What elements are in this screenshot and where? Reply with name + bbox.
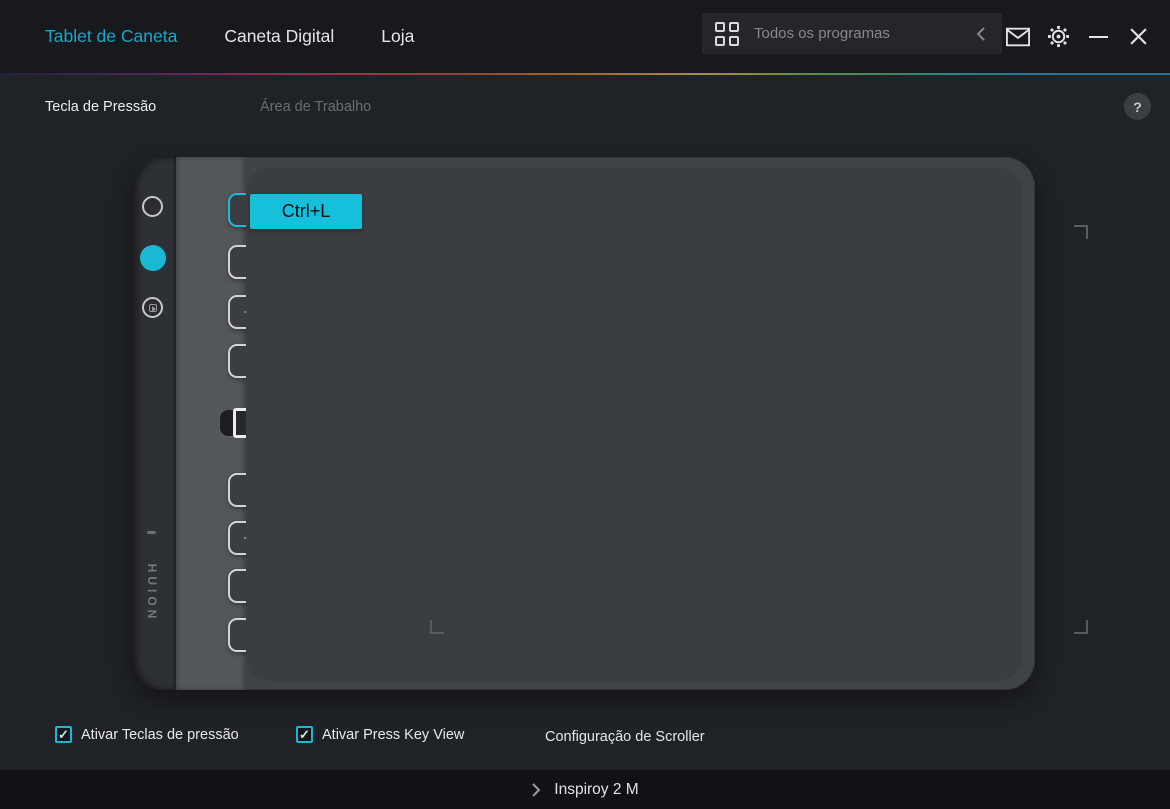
program-selector[interactable]: Todos os programas (702, 13, 1002, 54)
all-programs-grid-icon (715, 22, 739, 46)
chevron-left-icon[interactable] (976, 26, 986, 42)
option-enable-press-keys: ✓ Ativar Teclas de pressão (55, 726, 239, 743)
close-icon[interactable] (1126, 25, 1150, 49)
tab-press-key[interactable]: Tecla de Pressão (45, 99, 156, 115)
main-nav: Tablet de Caneta Caneta Digital Loja (45, 0, 414, 73)
enable-press-key-view-label: Ativar Press Key View (322, 727, 464, 743)
device-bar[interactable]: Inspiroy 2 M (0, 770, 1170, 809)
corner-mark-bottom-left (430, 620, 444, 634)
play-triangle-icon (152, 306, 156, 312)
option-enable-press-key-view: ✓ Ativar Press Key View (296, 726, 464, 743)
enable-press-keys-label: Ativar Teclas de pressão (81, 727, 239, 743)
assigned-key-label[interactable]: Ctrl+L (250, 194, 362, 229)
tablet-work-surface (246, 167, 1022, 681)
title-bar: Tablet de Caneta Caneta Digital Loja Tod… (0, 0, 1170, 73)
press-key-column (176, 157, 246, 690)
window-controls (1006, 0, 1150, 73)
corner-mark-top-right (1074, 225, 1088, 239)
minimize-icon[interactable] (1086, 25, 1110, 49)
scroller-config-link[interactable]: Configuração de Scroller (545, 729, 705, 745)
help-icon[interactable]: ? (1124, 93, 1151, 120)
program-selector-label: Todos os programas (754, 25, 976, 42)
nav-tablet-pen[interactable]: Tablet de Caneta (45, 26, 177, 47)
device-name: Inspiroy 2 M (554, 781, 638, 799)
power-dash-icon (147, 531, 156, 534)
gear-icon[interactable] (1046, 25, 1070, 49)
tablet-side-strip: HUION (133, 157, 176, 690)
corner-mark-bottom-right (1074, 620, 1088, 634)
settings-tab-row: Tecla de Pressão Área de Trabalho ? (0, 75, 1170, 139)
nav-digital-pen[interactable]: Caneta Digital (224, 26, 334, 47)
indicator-radio-top[interactable] (142, 196, 163, 217)
indicator-radio-bottom[interactable] (142, 297, 163, 318)
tab-working-area[interactable]: Área de Trabalho (260, 99, 371, 115)
nav-store[interactable]: Loja (381, 26, 414, 47)
tablet-illustration: HUION Ctrl+L (133, 157, 1035, 690)
enable-press-key-view-checkbox[interactable]: ✓ (296, 726, 313, 743)
mail-icon[interactable] (1006, 25, 1030, 49)
indicator-radio-selected[interactable] (140, 245, 166, 271)
brand-logo: HUION (145, 543, 159, 643)
enable-press-keys-checkbox[interactable]: ✓ (55, 726, 72, 743)
chevron-right-icon (531, 782, 541, 798)
